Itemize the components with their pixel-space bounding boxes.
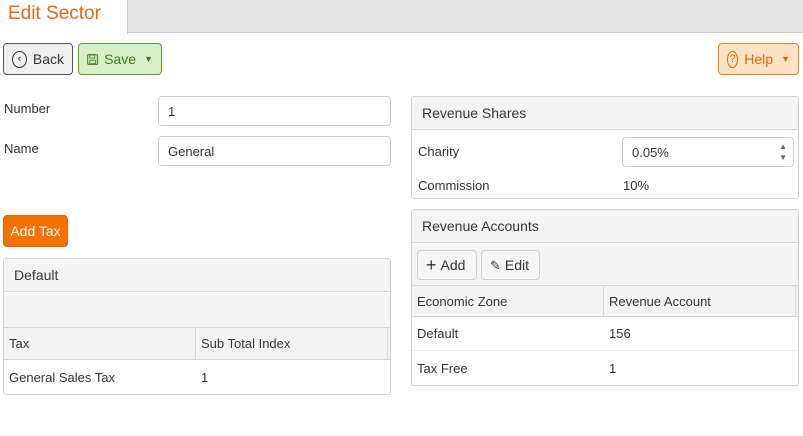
edit-button-label: Edit [504, 257, 530, 273]
table-row[interactable]: General Sales Tax 1 [4, 360, 390, 394]
table-header: Tax Sub Total Index [4, 328, 390, 360]
caret-down-icon: ▼ [781, 54, 790, 64]
plus-icon: + [426, 255, 437, 275]
save-button[interactable]: Save ▼ [78, 43, 162, 75]
commission-value: 10% [623, 178, 650, 193]
save-button-label: Save [104, 51, 137, 67]
pencil-icon: ✎ [490, 257, 501, 273]
name-field[interactable]: General [158, 136, 391, 166]
help-button-label: Help [744, 51, 774, 67]
default-panel-title: Default [4, 259, 390, 292]
table-header: Economic Zone Revenue Account [412, 286, 798, 317]
back-button[interactable]: ‹ Back [3, 43, 73, 75]
number-field[interactable]: 1 [158, 96, 391, 126]
revenue-shares-title: Revenue Shares [412, 97, 798, 130]
tax-cell: General Sales Tax [9, 369, 115, 385]
add-button-label: Add [440, 257, 466, 273]
help-button[interactable]: ? Help ▼ [718, 43, 799, 75]
caret-down-icon: ▼ [144, 54, 153, 64]
column-header-tax[interactable]: Tax [4, 328, 196, 359]
spinner-arrows-icon[interactable]: ▲ ▼ [779, 142, 787, 162]
tab-edit-sector[interactable]: Edit Sector [0, 0, 128, 34]
column-header-revenue-account[interactable]: Revenue Account [604, 286, 796, 316]
revenue-accounts-toolbar: + Add ✎ Edit [412, 244, 798, 286]
sub-total-index-cell: 1 [201, 369, 209, 385]
edit-button[interactable]: ✎ Edit [481, 250, 540, 280]
economic-zone-cell: Default [417, 326, 459, 341]
panel-toolbar [4, 293, 390, 328]
arrow-left-icon: ‹ [12, 50, 27, 68]
charity-input[interactable]: 0.05% ▲ ▼ [622, 137, 794, 167]
default-tax-panel: Default Tax Sub Total Index General Sale… [3, 258, 391, 395]
table-row[interactable]: Default 156 [412, 317, 798, 351]
add-tax-button[interactable]: Add Tax [3, 215, 68, 247]
back-button-label: Back [32, 51, 64, 67]
revenue-shares-panel: Revenue Shares Charity 0.05% ▲ ▼ Commissi… [411, 96, 799, 199]
name-label: Name [4, 141, 39, 156]
economic-zone-cell: Tax Free [417, 360, 468, 376]
revenue-account-cell: 1 [609, 360, 617, 376]
charity-label: Charity [418, 144, 460, 159]
commission-label: Commission [418, 178, 490, 193]
revenue-accounts-panel: Revenue Accounts + Add ✎ Edit Economic Z… [411, 209, 799, 386]
number-label: Number [4, 101, 51, 116]
column-header-sub-total-index[interactable]: Sub Total Index [196, 328, 388, 359]
page-title: Edit Sector [8, 3, 101, 24]
floppy-disk-icon [87, 53, 98, 65]
column-header-economic-zone[interactable]: Economic Zone [412, 286, 604, 316]
table-row[interactable]: Tax Free 1 [412, 351, 798, 385]
revenue-account-cell: 156 [609, 326, 631, 341]
add-button[interactable]: + Add [417, 250, 477, 280]
charity-value: 0.05% [632, 144, 669, 160]
question-icon: ? [727, 50, 739, 68]
revenue-accounts-title: Revenue Accounts [412, 210, 798, 243]
